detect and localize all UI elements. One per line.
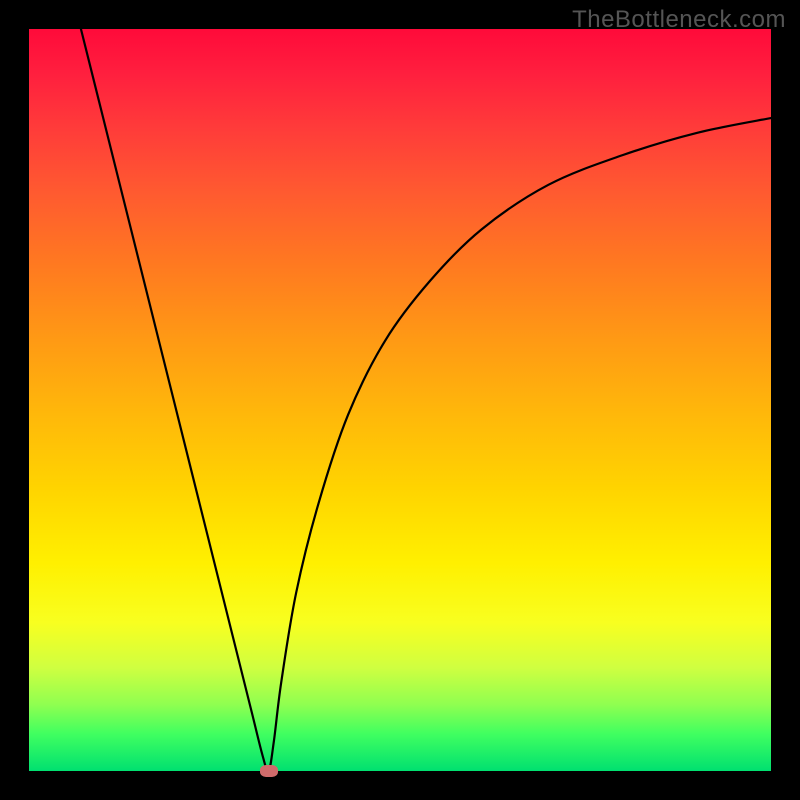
min-marker bbox=[260, 765, 278, 777]
watermark-text: TheBottleneck.com bbox=[572, 6, 786, 34]
chart-frame: TheBottleneck.com bbox=[0, 0, 800, 800]
plot-area bbox=[29, 29, 771, 771]
bottleneck-curve bbox=[29, 29, 771, 771]
